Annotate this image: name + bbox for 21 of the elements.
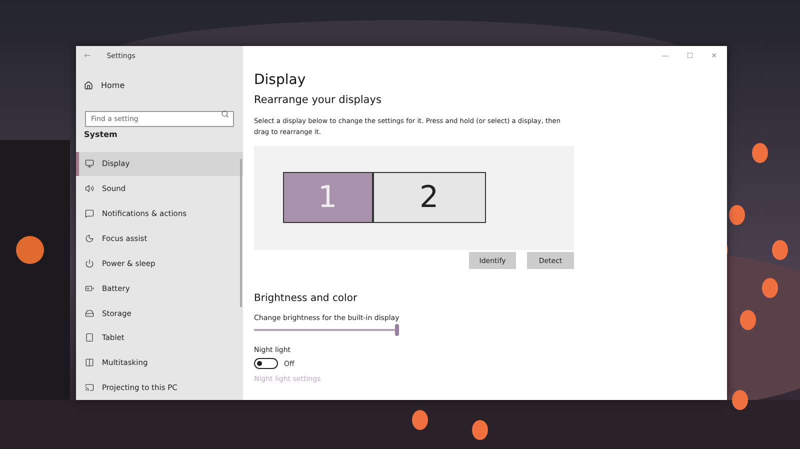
night-light-toggle[interactable] [254, 358, 278, 369]
page-title: Display [254, 72, 307, 88]
section-heading: Rearrange your displays [254, 94, 382, 106]
drive-icon [85, 308, 94, 318]
home-link[interactable]: Home [76, 66, 243, 106]
section-heading: System [83, 128, 118, 141]
brightness-slider[interactable] [254, 324, 399, 336]
monitor-icon [85, 159, 94, 168]
cast-icon [85, 383, 94, 392]
moon-icon [85, 234, 94, 243]
slider-thumb[interactable] [395, 324, 399, 336]
message-icon [85, 209, 94, 218]
home-icon [84, 81, 93, 90]
battery-icon [85, 284, 94, 293]
tablet-icon [85, 333, 94, 342]
columns-icon [85, 358, 94, 368]
display-tile[interactable]: 2 [372, 172, 486, 222]
search-icon [221, 110, 229, 118]
section-heading: Brightness and color [254, 293, 358, 304]
power-icon [85, 258, 94, 268]
speaker-icon [85, 184, 94, 194]
